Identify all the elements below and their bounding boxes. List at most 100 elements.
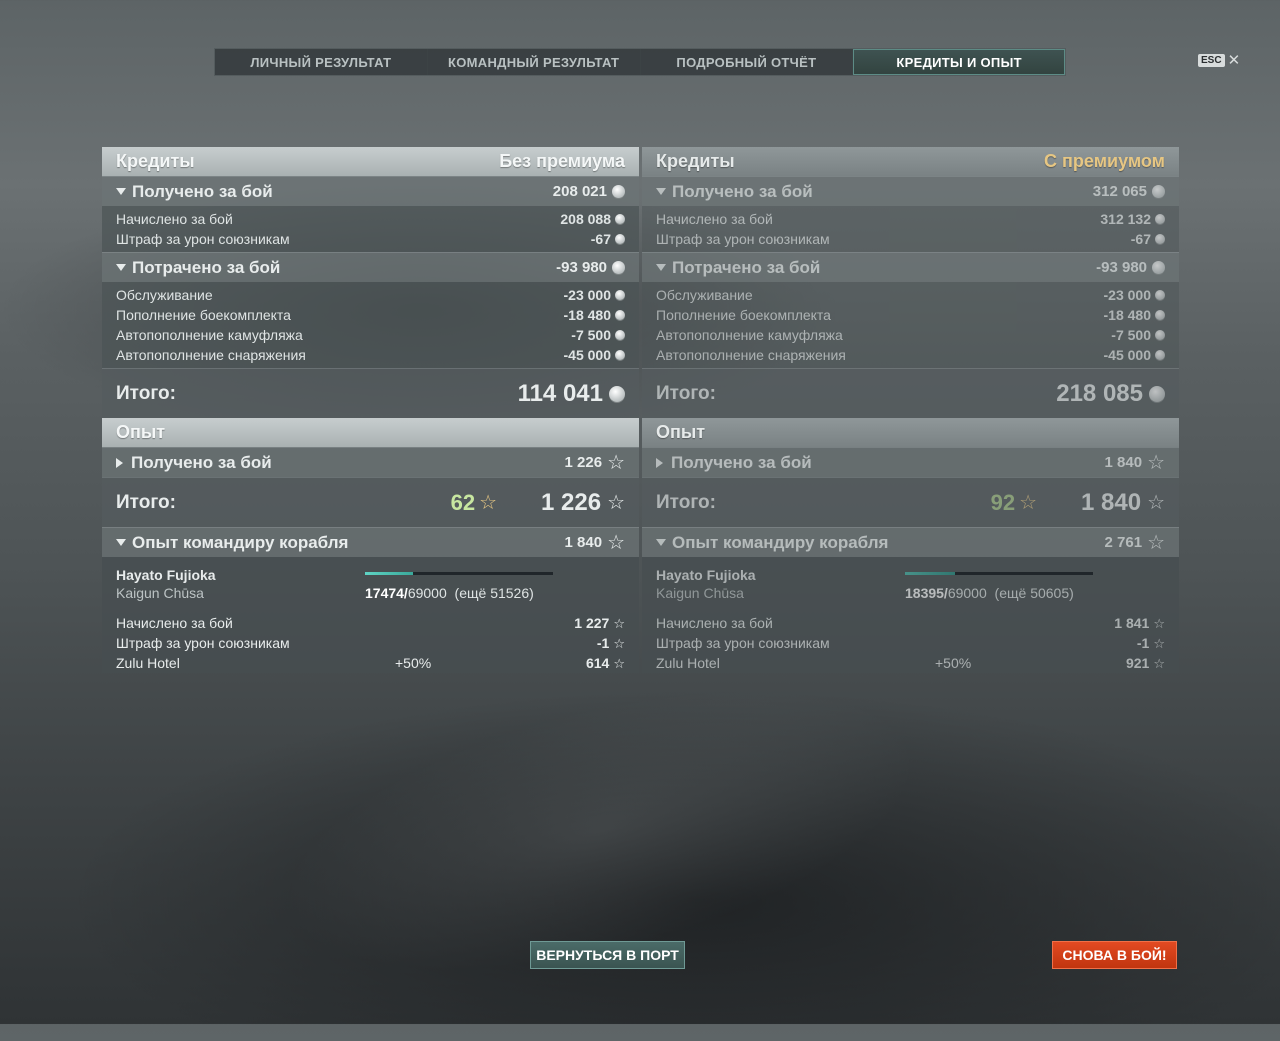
list-item: Zulu Hotel +50% 921 ☆ [656,653,1165,673]
expand-icon [116,457,123,468]
credit-icon [1152,261,1165,274]
commander-xp-left: (ещё 51526) [454,585,534,601]
row-label: Обслуживание [656,287,753,303]
section-value: -93 980 [1096,259,1147,276]
commander-xp-progress-bar [365,572,553,575]
credit-icon [615,290,625,300]
row-label: Пополнение боекомплекта [656,307,831,323]
list-item: Обслуживание -23 000 [102,285,639,305]
mode-label: С премиумом [1044,151,1165,171]
xp-total: Итого: 92 ☆ 1 840 ☆ [642,477,1179,527]
row-label: Zulu Hotel [656,655,720,671]
free-xp-star-icon: ☆ [479,491,497,514]
xp-star-icon: ☆ [613,615,625,631]
xp-title: Опыт [116,422,166,442]
credits-header: Кредиты С премиумом [642,147,1179,176]
section-label: Получено за бой [132,181,273,201]
commander-xp-text: 18395/69000 (ещё 50605) [905,585,1074,601]
list-item: Автопополнение камуфляжа -7 500 [642,325,1179,345]
return-to-port-button[interactable]: ВЕРНУТЬСЯ В ПОРТ [530,941,685,969]
credit-icon [1155,234,1165,244]
credits-earned-section[interactable]: Получено за бой 208 021 [102,176,639,206]
row-label: Zulu Hotel [116,655,180,671]
section-label: Получено за бой [672,181,813,201]
total-label: Итого: [116,491,176,513]
tab-team-result[interactable]: КОМАНДНЫЙ РЕЗУЛЬТАТ [428,49,641,75]
xp-star-icon: ☆ [1153,615,1165,631]
credits-spent-section[interactable]: Потрачено за бой -93 980 [642,252,1179,282]
section-label: Получено за бой [131,452,272,472]
total-value: 1 226 [541,488,602,516]
credits-earned-section[interactable]: Получено за бой 312 065 [642,176,1179,206]
row-label: Пополнение боекомплекта [116,307,291,323]
list-item: Обслуживание -23 000 [642,285,1179,305]
row-modifier: +50% [395,655,432,671]
tab-credits-and-xp[interactable]: КРЕДИТЫ И ОПЫТ [853,49,1065,75]
commander-xp-section[interactable]: Опыт командиру корабля 1 840 ☆ [102,527,639,557]
xp-header: Опыт [642,418,1179,447]
total-label: Итого: [656,382,716,404]
section-label: Опыт командиру корабля [672,532,889,552]
credit-icon [1155,290,1165,300]
row-value: 1 227 [574,615,610,631]
panel-without-premium: Кредиты Без премиума Получено за бой 208… [102,147,639,673]
free-xp-value: 92 [990,489,1016,515]
credit-icon [1155,310,1165,320]
list-item: Автопополнение снаряжения -45 000 [102,345,639,365]
battle-again-button[interactable]: СНОВА В БОЙ! [1052,941,1177,969]
row-value: -23 000 [563,287,611,303]
section-value: 208 021 [552,183,607,200]
xp-header: Опыт [102,418,639,447]
commander-xp-max: 69000 [407,585,447,601]
credits-header: Кредиты Без премиума [102,147,639,176]
section-label: Потрачено за бой [672,257,821,277]
progress-fill [365,572,413,575]
collapse-icon [656,264,666,271]
xp-earned-section[interactable]: Получено за бой 1 226 ☆ [102,447,639,477]
list-item: Пополнение боекомплекта -18 480 [102,305,639,325]
list-item: Штраф за урон союзникам -67 [642,229,1179,249]
row-value: -1 [596,635,610,651]
section-label: Опыт командиру корабля [132,532,349,552]
row-label: Штраф за урон союзникам [116,231,290,247]
xp-earned-section[interactable]: Получено за бой 1 840 ☆ [642,447,1179,477]
section-value: 312 065 [1092,183,1147,200]
expand-icon [656,457,663,468]
section-value: 1 840 [564,534,603,551]
row-value: -1 [1136,635,1150,651]
list-item: Автопополнение снаряжения -45 000 [642,345,1179,365]
row-label: Штраф за урон союзникам [116,635,290,651]
close-button[interactable]: ESC ✕ [1198,53,1240,68]
free-xp-star-icon: ☆ [1019,491,1037,514]
credit-icon [1155,330,1165,340]
xp-star-icon: ☆ [1147,451,1165,474]
total-value: 114 041 [517,379,603,407]
xp-star-icon: ☆ [1153,635,1165,651]
tab-detailed-report[interactable]: ПОДРОБНЫЙ ОТЧЁТ [641,49,854,75]
row-value: -67 [590,231,611,247]
commander-xp-max: 69000 [947,585,987,601]
credits-title: Кредиты [116,151,195,171]
commander-xp-section[interactable]: Опыт командиру корабля 2 761 ☆ [642,527,1179,557]
earned-rows: Начислено за бой 208 088 Штраф за урон со… [102,206,639,252]
background-sea [228,619,972,1041]
collapse-icon [656,539,666,546]
tab-personal-result[interactable]: ЛИЧНЫЙ РЕЗУЛЬТАТ [215,49,428,75]
progress-fill [905,572,956,575]
commander-xp-left: (ещё 50605) [994,585,1074,601]
commander-details: Hayato Fujioka Kaigun Chūsa 17474/69000 … [102,557,639,673]
credit-icon [615,350,625,360]
section-label: Потрачено за бой [132,257,281,277]
row-value: -67 [1130,231,1151,247]
xp-star-icon: ☆ [613,655,625,671]
credits-spent-section[interactable]: Потрачено за бой -93 980 [102,252,639,282]
xp-star-icon: ☆ [613,635,625,651]
commander-xp-progress-bar [905,572,1093,575]
section-value: 1 226 [564,454,603,471]
total-value: 218 085 [1056,379,1143,407]
row-value: 614 [585,655,610,671]
credit-icon [615,310,625,320]
row-value: -7 500 [571,327,611,343]
row-label: Штраф за урон союзникам [656,635,830,651]
row-label: Автопополнение снаряжения [116,347,306,363]
